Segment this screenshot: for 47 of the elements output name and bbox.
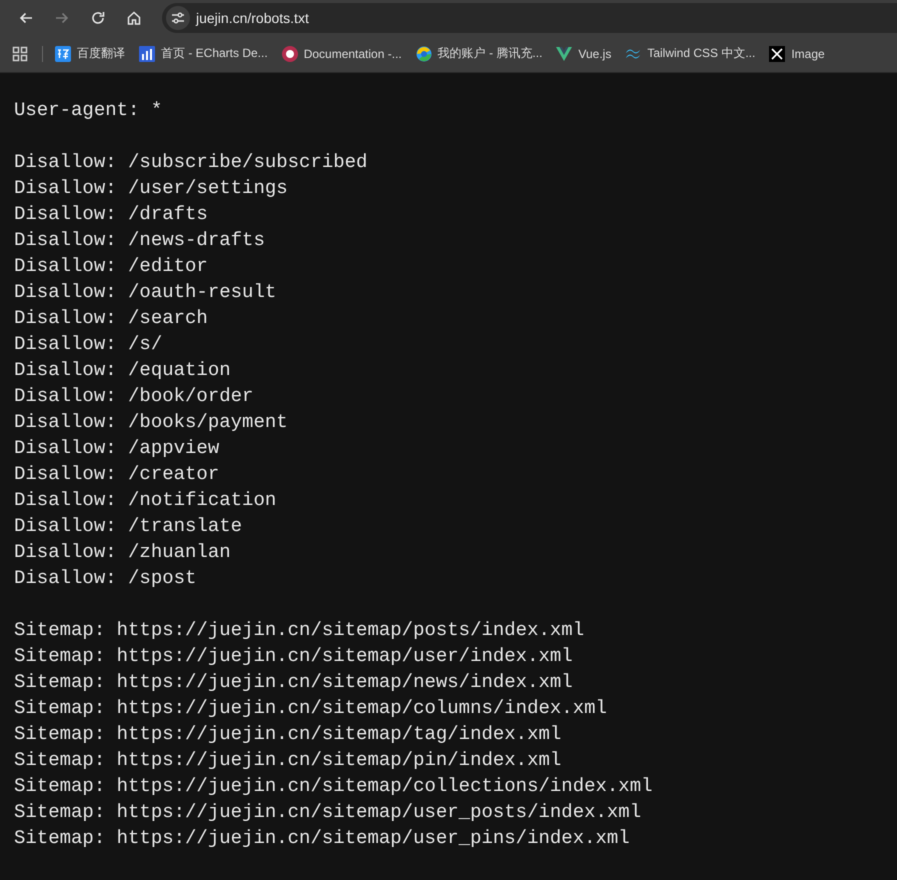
reload-icon <box>90 10 106 26</box>
url-text: juejin.cn/robots.txt <box>196 10 309 26</box>
address-bar[interactable]: juejin.cn/robots.txt <box>162 2 897 32</box>
text-line: Disallow: /subscribe/subscribed <box>14 150 368 175</box>
swirl-logo-icon <box>416 46 432 62</box>
bookmark-link[interactable]: Tailwind CSS 中文... <box>625 45 756 62</box>
sliders-icon <box>170 10 186 26</box>
text-line: Disallow: /books/payment <box>14 410 289 435</box>
text-line: Sitemap: https://juejin.cn/sitemap/collections/index.xml <box>14 774 654 799</box>
ring-icon <box>282 46 298 62</box>
text-line: Disallow: /search <box>14 306 209 331</box>
text-line: Sitemap: https://juejin.cn/sitemap/tag/index.xml <box>14 722 562 747</box>
text-line: Disallow: /user/settings <box>14 176 289 201</box>
translate-badge-icon <box>55 46 71 62</box>
text-line: Sitemap: https://juejin.cn/sitemap/user/index.xml <box>14 644 574 669</box>
bar-chart-icon <box>139 46 155 62</box>
x-logo-icon <box>769 46 786 62</box>
bookmark-link[interactable]: Documentation -... <box>282 46 402 62</box>
text-line: Sitemap: https://juejin.cn/sitemap/pin/index.xml <box>14 748 562 773</box>
home-icon <box>126 10 142 26</box>
bookmark-link[interactable]: 首页 - ECharts De... <box>139 45 268 62</box>
text-line: Disallow: /translate <box>14 514 244 539</box>
text-line: User-agent: * <box>14 98 164 123</box>
text-line: Disallow: /creator <box>14 462 220 487</box>
text-line: Disallow: /notification <box>14 488 278 513</box>
text-line: Disallow: /equation <box>14 358 232 383</box>
bookmark-link[interactable]: Image <box>769 46 825 62</box>
bookmark-link[interactable]: Vue.js <box>556 46 612 62</box>
bookmark-link[interactable]: 百度翻译 <box>55 45 125 62</box>
text-line: Disallow: /spost <box>14 566 198 591</box>
text-line: Sitemap: https://juejin.cn/sitemap/user_pins/index.xml <box>14 826 631 851</box>
site-info-button[interactable] <box>166 6 190 30</box>
text-line: Disallow: /editor <box>14 254 209 279</box>
text-line: Disallow: /news-drafts <box>14 228 266 253</box>
text-line: Disallow: /drafts <box>14 202 209 227</box>
text-line: Sitemap: https://juejin.cn/sitemap/columns/index.xml <box>14 696 608 721</box>
text-line: Disallow: /oauth-result <box>14 280 278 305</box>
text-line: Sitemap: https://juejin.cn/sitemap/user_posts/index.xml <box>14 800 642 825</box>
text-line: Disallow: /zhuanlan <box>14 540 232 565</box>
apps-grid-icon[interactable] <box>12 46 28 62</box>
text-line: Sitemap: https://juejin.cn/sitemap/news/index.xml <box>14 670 574 695</box>
text-line: Disallow: /book/order <box>14 384 254 409</box>
text-line: Sitemap: https://juejin.cn/sitemap/posts/index.xml <box>14 618 586 643</box>
bookmark-link[interactable]: 我的账户 - 腾讯充... <box>416 45 542 62</box>
text-line: Disallow: /appview <box>14 436 220 461</box>
v-logo-icon <box>556 46 572 62</box>
text-line: Disallow: /s/ <box>14 332 164 357</box>
